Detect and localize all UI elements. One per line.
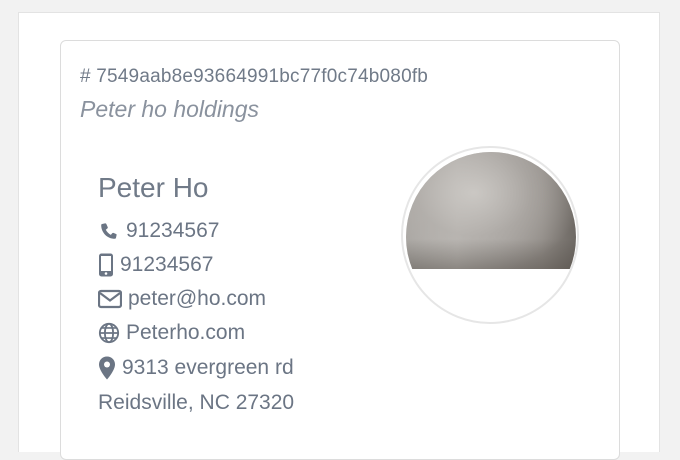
phone-icon: [98, 220, 120, 242]
map-marker-icon: [98, 356, 116, 380]
globe-icon: [98, 322, 120, 344]
address-row: 9313 evergreen rd: [98, 355, 294, 381]
email-row[interactable]: peter@ho.com: [98, 286, 266, 312]
company-name: Peter ho holdings: [80, 96, 260, 122]
website-link[interactable]: Peterho.com: [126, 321, 245, 345]
mobile-row[interactable]: 91234567: [98, 252, 213, 278]
card-hash-id: # 7549aab8e93664991bc77f0c74b080fb: [80, 66, 429, 87]
mobile-number: 91234567: [120, 253, 214, 276]
envelope-icon: [98, 289, 122, 309]
phone-row[interactable]: 91234567: [98, 218, 219, 244]
email-address: peter@ho.com: [128, 287, 267, 310]
mobile-phone-icon: [98, 253, 114, 277]
address-line-1: 9313 evergreen rd: [122, 356, 294, 379]
avatar-image: [406, 152, 576, 269]
phone-number: 91234567: [126, 219, 220, 242]
avatar: [406, 152, 576, 322]
address-line-2-row: Reidsville, NC 27320: [98, 390, 294, 416]
address-line-2: Reidsville, NC 27320: [98, 391, 295, 414]
website-row[interactable]: Peterho.com: [98, 320, 245, 346]
contact-name: Peter Ho: [98, 172, 209, 203]
